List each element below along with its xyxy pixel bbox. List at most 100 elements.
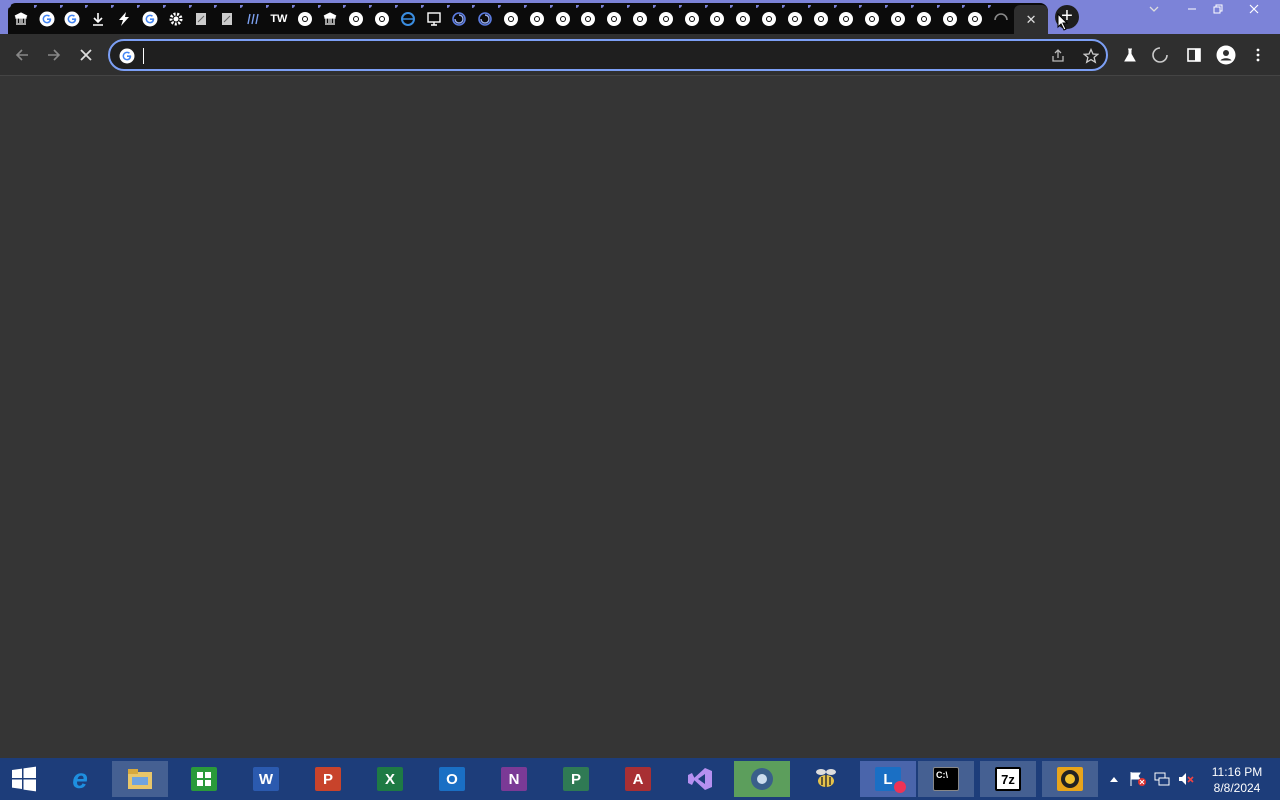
browser-tab[interactable]	[781, 4, 808, 33]
museum-icon	[13, 11, 29, 27]
browser-tab[interactable]	[962, 4, 988, 33]
chrome-icon	[709, 11, 725, 27]
excel-icon: X	[377, 767, 403, 791]
taskbar-bee-app[interactable]	[798, 761, 854, 797]
clock-time: 11:16 PM	[1211, 765, 1263, 779]
chrome-icon	[967, 11, 983, 27]
browser-tab[interactable]	[394, 4, 421, 33]
browser-tab[interactable]	[317, 4, 344, 33]
browser-tab[interactable]	[162, 4, 189, 33]
chrome-icon	[735, 11, 751, 27]
taskbar-file-explorer[interactable]	[112, 761, 168, 797]
browser-tab[interactable]	[988, 4, 1014, 33]
browser-tab[interactable]	[188, 4, 215, 33]
taskbar-excel[interactable]: X	[362, 761, 418, 797]
taskbar-onenote[interactable]: N	[486, 761, 542, 797]
bookmark-star-icon[interactable]	[1082, 47, 1100, 69]
tab-search-icon[interactable]	[1140, 3, 1168, 21]
address-bar[interactable]	[108, 39, 1108, 71]
restore-icon[interactable]	[1204, 3, 1232, 21]
chrome-icon	[813, 11, 829, 27]
taskbar-project[interactable]: P	[548, 761, 604, 797]
taskbar-outlook[interactable]: O	[424, 761, 480, 797]
browser-tab[interactable]	[291, 4, 318, 33]
7zip-icon: 7z	[995, 767, 1021, 791]
browser-tab[interactable]	[33, 4, 60, 33]
browser-tab[interactable]	[343, 4, 369, 33]
browser-tab[interactable]	[420, 4, 447, 33]
browser-tab[interactable]	[807, 4, 834, 33]
browser-tab[interactable]	[85, 4, 111, 33]
browser-tab[interactable]	[240, 4, 266, 33]
browser-tab[interactable]	[575, 4, 602, 33]
taskbar-badge-app[interactable]	[1042, 761, 1098, 797]
taskbar-command-prompt[interactable]: C:\	[918, 761, 974, 797]
browser-tab[interactable]	[498, 4, 524, 33]
share-icon[interactable]	[1050, 48, 1066, 69]
network-icon[interactable]	[1152, 758, 1172, 800]
forward-arrow-icon[interactable]	[42, 43, 66, 67]
bee-app-icon	[813, 767, 839, 791]
action-center-flag-icon[interactable]	[1128, 758, 1148, 800]
chrome-icon	[761, 11, 777, 27]
browser-tab[interactable]	[523, 4, 550, 33]
taskbar-chrome[interactable]	[734, 761, 790, 797]
taskbar-lync[interactable]: L	[860, 761, 916, 797]
page-icon	[219, 11, 235, 27]
browser-tab[interactable]	[601, 4, 627, 33]
minimize-icon[interactable]	[1178, 3, 1206, 21]
access-icon: A	[625, 767, 651, 791]
browser-tab[interactable]	[652, 4, 679, 33]
volume-muted-icon[interactable]	[1176, 758, 1196, 800]
close-tab-icon[interactable]: ✕	[1023, 12, 1039, 28]
tw-icon: TW	[270, 12, 288, 25]
chrome-icon	[658, 11, 674, 27]
active-tab[interactable]: ✕	[1014, 4, 1049, 36]
browser-tab[interactable]	[730, 4, 756, 33]
ie-icon	[400, 11, 416, 27]
browser-tab[interactable]	[910, 4, 937, 33]
browser-tab[interactable]	[833, 4, 860, 33]
back-arrow-icon[interactable]	[10, 43, 34, 67]
labs-flask-icon[interactable]	[1118, 43, 1142, 67]
browser-tab[interactable]	[627, 4, 653, 33]
side-panel-icon[interactable]	[1182, 43, 1206, 67]
browser-tab[interactable]	[678, 4, 705, 33]
browser-tab[interactable]	[756, 4, 782, 33]
browser-tab[interactable]	[472, 4, 498, 33]
swirl-icon	[451, 11, 467, 27]
browser-tab[interactable]	[885, 4, 911, 33]
taskbar-7zip[interactable]: 7z	[980, 761, 1036, 797]
browser-tab[interactable]	[59, 4, 86, 33]
browser-tab[interactable]: TW	[265, 4, 292, 33]
chrome-icon	[529, 11, 545, 27]
browser-tab[interactable]	[704, 4, 731, 33]
browser-tab[interactable]	[446, 4, 473, 33]
stop-loading-icon[interactable]	[74, 43, 98, 67]
taskbar: e W P X O N P A L C:\ 7z 11:16 PM 8/8/2024	[0, 758, 1280, 800]
close-window-icon[interactable]	[1240, 3, 1268, 21]
browser-tab[interactable]	[549, 4, 576, 33]
chrome-icon	[787, 11, 803, 27]
taskbar-visual-studio[interactable]	[672, 761, 728, 797]
taskbar-word[interactable]: W	[238, 761, 294, 797]
browser-tab[interactable]	[136, 4, 163, 33]
taskbar-store[interactable]	[176, 761, 232, 797]
kebab-menu-icon[interactable]	[1246, 43, 1270, 67]
taskbar-internet-explorer[interactable]: e	[52, 761, 108, 797]
show-hidden-icons[interactable]	[1106, 758, 1122, 800]
profile-avatar-icon[interactable]	[1214, 43, 1238, 67]
system-clock[interactable]: 11:16 PM 8/8/2024	[1200, 764, 1274, 796]
taskbar-powerpoint[interactable]: P	[300, 761, 356, 797]
browser-tab[interactable]	[859, 4, 885, 33]
lightning-icon	[116, 11, 132, 27]
browser-tab[interactable]	[111, 4, 137, 33]
browser-tab[interactable]	[214, 4, 240, 33]
browser-tab[interactable]	[8, 4, 34, 33]
extension-loading-icon[interactable]	[1148, 43, 1172, 67]
browser-tab[interactable]	[369, 4, 395, 33]
browser-tab[interactable]	[936, 4, 963, 33]
start-button[interactable]	[0, 761, 48, 797]
taskbar-access[interactable]: A	[610, 761, 666, 797]
omnibox-input[interactable]	[142, 47, 1022, 65]
